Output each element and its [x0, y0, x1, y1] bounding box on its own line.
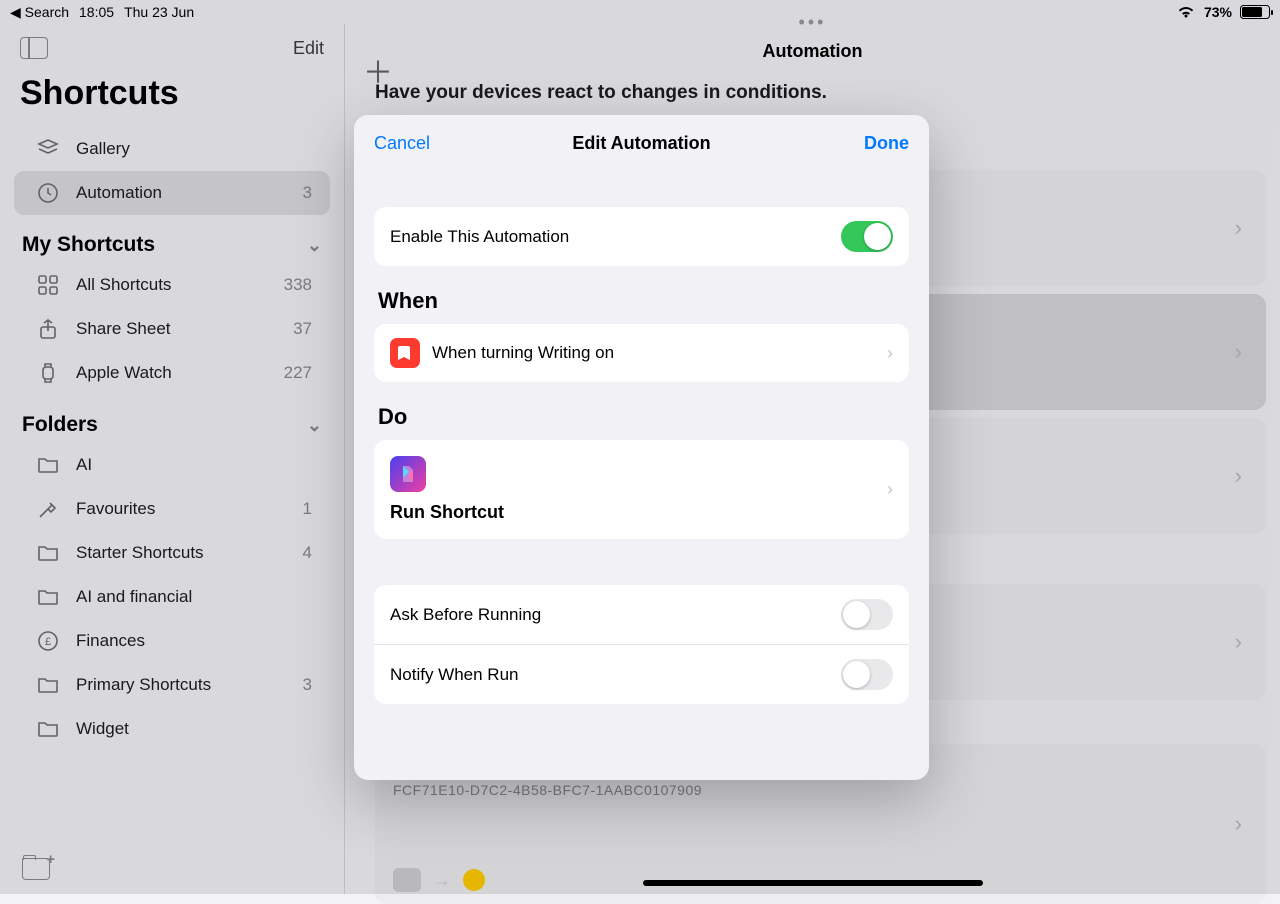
notify-when-run-row[interactable]: Notify When Run [374, 644, 909, 704]
shortcuts-app-icon [390, 456, 426, 492]
ask-toggle[interactable] [841, 599, 893, 630]
do-section-title: Do [378, 404, 905, 430]
cell-label: Enable This Automation [390, 227, 841, 247]
cell-label: When turning Writing on [432, 343, 887, 363]
when-section-title: When [378, 288, 905, 314]
ask-before-running-row[interactable]: Ask Before Running [374, 585, 909, 644]
cell-label: Ask Before Running [390, 605, 841, 625]
enable-group: Enable This Automation [374, 207, 909, 266]
chevron-right-icon: › [887, 479, 893, 500]
when-group: When turning Writing on › [374, 324, 909, 382]
when-trigger-row[interactable]: When turning Writing on › [374, 324, 909, 382]
notify-toggle[interactable] [841, 659, 893, 690]
cell-label: Run Shortcut [390, 502, 504, 523]
chevron-right-icon: › [887, 343, 893, 364]
cancel-button[interactable]: Cancel [374, 133, 430, 154]
enable-toggle[interactable] [841, 221, 893, 252]
enable-automation-row[interactable]: Enable This Automation [374, 207, 909, 266]
options-group: Ask Before Running Notify When Run [374, 585, 909, 704]
do-action-row[interactable]: Run Shortcut › [374, 440, 909, 539]
done-button[interactable]: Done [864, 133, 909, 154]
modal-title: Edit Automation [572, 133, 710, 154]
edit-automation-modal: Cancel Edit Automation Done Enable This … [354, 115, 929, 780]
modal-header: Cancel Edit Automation Done [354, 115, 929, 171]
cell-label: Notify When Run [390, 665, 841, 685]
do-group: Run Shortcut › [374, 440, 909, 539]
focus-icon [390, 338, 420, 368]
